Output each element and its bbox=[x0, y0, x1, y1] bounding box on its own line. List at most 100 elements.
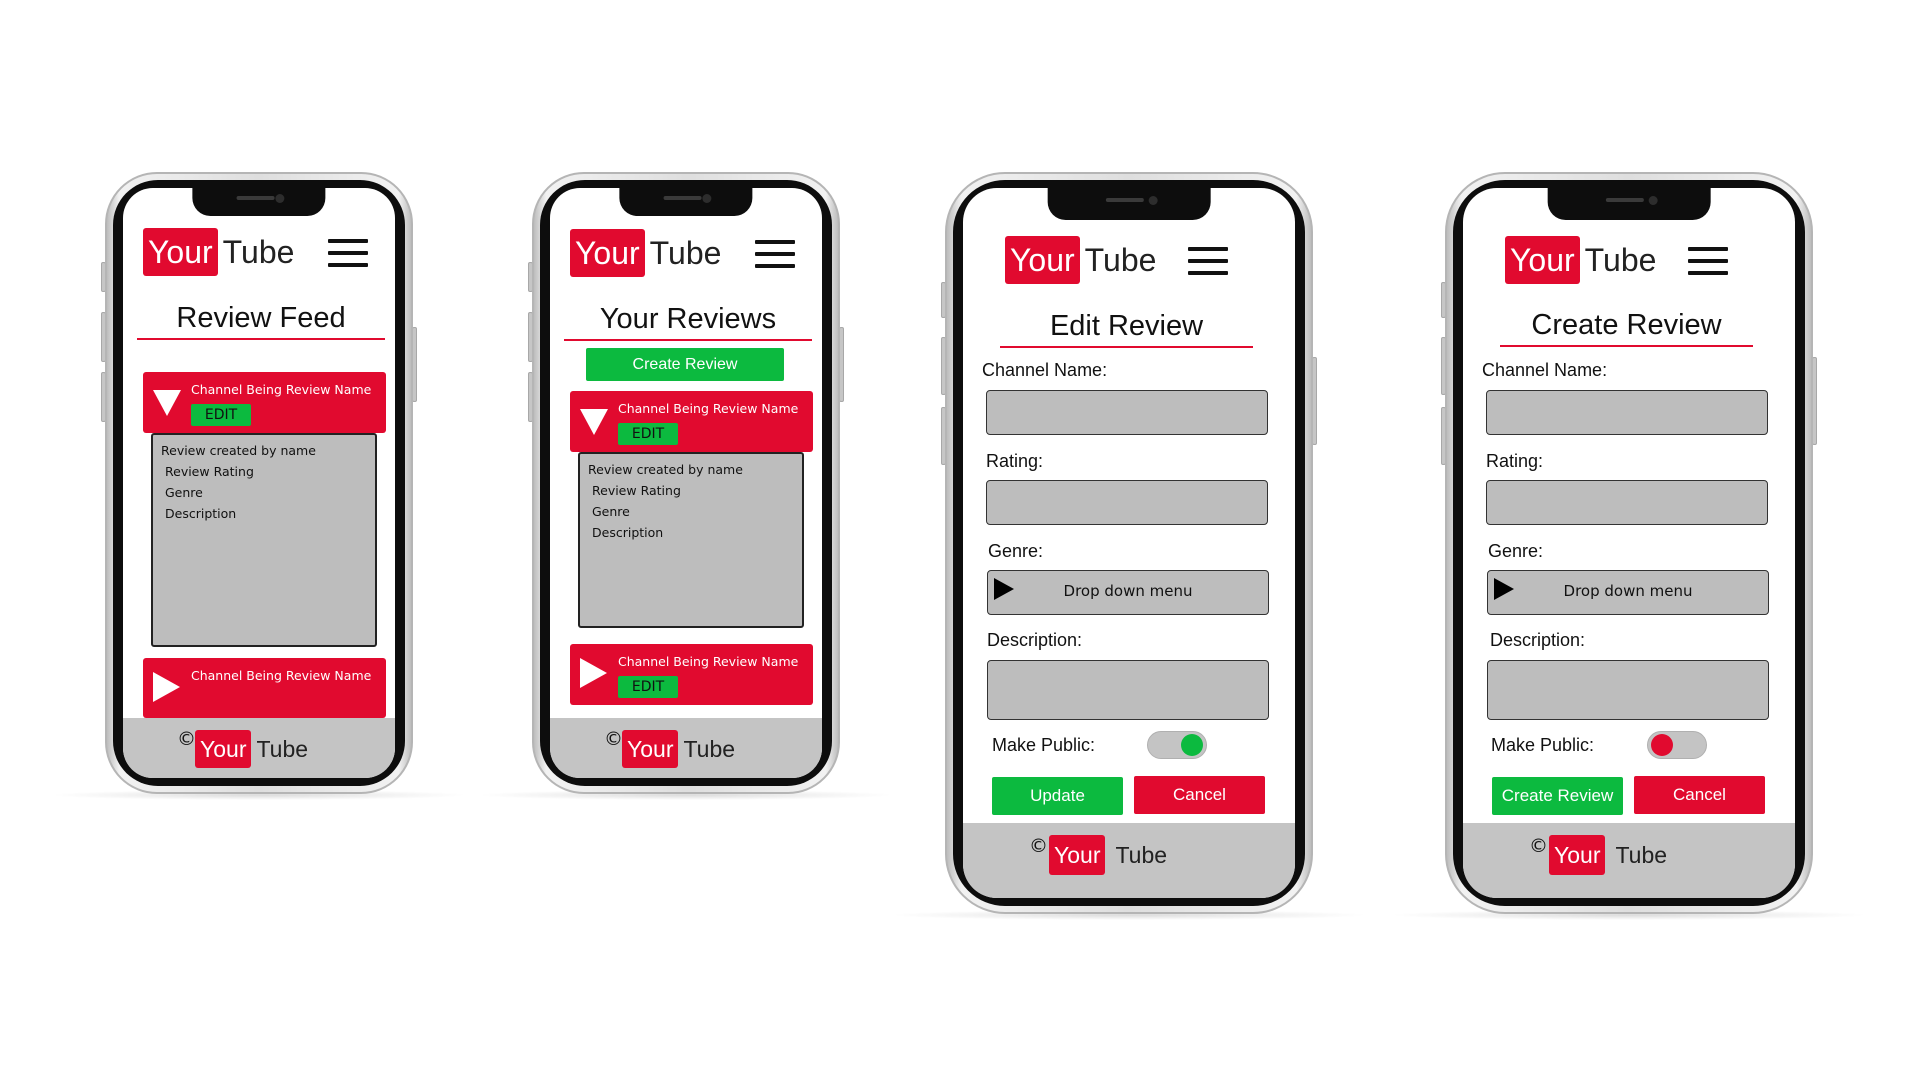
copyright-icon: © bbox=[177, 728, 196, 750]
hamburger-menu-icon[interactable] bbox=[755, 240, 795, 268]
app-logo[interactable]: Your Tube bbox=[143, 228, 294, 276]
review-card-details: Review created by name Review Rating Gen… bbox=[151, 433, 377, 647]
review-card-header[interactable]: Channel Being Review Name EDIT bbox=[570, 391, 813, 452]
logo-your: Your bbox=[195, 730, 252, 768]
toggle-knob bbox=[1181, 734, 1203, 756]
notch bbox=[192, 188, 326, 216]
logo-tube: Tube bbox=[1115, 841, 1168, 868]
copyright-icon: © bbox=[604, 728, 623, 750]
make-public-label: Make Public: bbox=[992, 735, 1096, 755]
footer-logo: Your Tube bbox=[1049, 835, 1167, 875]
phone-review-feed: Your Tube Review Feed Channel Being Revi… bbox=[55, 172, 463, 800]
create-review-button[interactable]: Create Review bbox=[1492, 777, 1623, 815]
footer: © Your Tube bbox=[123, 718, 395, 778]
page-title: Create Review bbox=[1500, 305, 1753, 347]
genre-dropdown[interactable]: Drop down menu bbox=[987, 570, 1269, 615]
footer-logo: Your Tube bbox=[622, 730, 735, 768]
expand-triangle-icon[interactable] bbox=[580, 658, 607, 688]
dropdown-text: Drop down menu bbox=[1063, 582, 1193, 600]
footer: © Your Tube bbox=[550, 718, 822, 778]
edit-button[interactable]: EDIT bbox=[618, 676, 678, 698]
edit-button[interactable]: EDIT bbox=[191, 404, 251, 426]
rating-label: Rating: bbox=[986, 451, 1044, 471]
logo-tube: Tube bbox=[1615, 841, 1668, 868]
phone-edit-review: Your Tube Edit Review Channel Name: Rati… bbox=[895, 172, 1363, 920]
hamburger-menu-icon[interactable] bbox=[1688, 247, 1728, 275]
copyright-icon: © bbox=[1529, 835, 1548, 857]
description-label: Description: bbox=[1490, 630, 1586, 650]
logo-tube: Tube bbox=[222, 233, 295, 270]
logo-tube: Tube bbox=[256, 735, 309, 762]
toggle-knob bbox=[1651, 734, 1673, 756]
logo-your: Your bbox=[1549, 835, 1606, 875]
channel-name: Channel Being Review Name bbox=[191, 668, 372, 683]
review-detail: Review Rating bbox=[592, 483, 681, 498]
rating-input[interactable] bbox=[1486, 480, 1768, 525]
hamburger-menu-icon[interactable] bbox=[328, 239, 368, 267]
logo-your: Your bbox=[1005, 236, 1080, 284]
logo-tube: Tube bbox=[649, 234, 722, 271]
phone-create-review: Your Tube Create Review Channel Name: Ra… bbox=[1395, 172, 1863, 920]
phone-screen: Your Tube Edit Review Channel Name: Rati… bbox=[963, 188, 1295, 898]
channel-name-input[interactable] bbox=[986, 390, 1268, 435]
cancel-button[interactable]: Cancel bbox=[1134, 776, 1265, 814]
channel-name: Channel Being Review Name bbox=[191, 382, 372, 397]
make-public-toggle[interactable] bbox=[1147, 731, 1207, 759]
notch bbox=[619, 188, 753, 216]
make-public-toggle[interactable] bbox=[1647, 731, 1707, 759]
rating-label: Rating: bbox=[1486, 451, 1544, 471]
edit-button[interactable]: EDIT bbox=[618, 423, 678, 445]
genre-dropdown[interactable]: Drop down menu bbox=[1487, 570, 1769, 615]
description-input[interactable] bbox=[987, 660, 1269, 720]
hamburger-menu-icon[interactable] bbox=[1188, 247, 1228, 275]
logo-your: Your bbox=[1049, 835, 1106, 875]
review-card-header[interactable]: Channel Being Review Name EDIT bbox=[143, 372, 386, 433]
review-card-details: Review created by name Review Rating Gen… bbox=[578, 452, 804, 628]
footer: © Your Tube bbox=[963, 823, 1295, 898]
cancel-button[interactable]: Cancel bbox=[1634, 776, 1765, 814]
review-card-header[interactable]: Channel Being Review Name EDIT bbox=[570, 644, 813, 705]
review-card-header[interactable]: Channel Being Review Name bbox=[143, 658, 386, 718]
collapse-triangle-icon[interactable] bbox=[153, 390, 181, 416]
make-public-label: Make Public: bbox=[1491, 735, 1595, 755]
rating-input[interactable] bbox=[986, 480, 1268, 525]
page-title: Edit Review bbox=[1000, 306, 1253, 348]
review-detail: Genre bbox=[592, 504, 630, 519]
page-title: Review Feed bbox=[137, 298, 385, 340]
channel-name-label: Channel Name: bbox=[982, 360, 1108, 380]
phone-your-reviews: Your Tube Your Reviews Create Review Cha… bbox=[482, 172, 890, 800]
review-detail: Review Rating bbox=[165, 464, 254, 479]
phone-screen: Your Tube Create Review Channel Name: Ra… bbox=[1463, 188, 1795, 898]
logo-your: Your bbox=[570, 229, 645, 277]
notch bbox=[1047, 188, 1211, 220]
phone-screen: Your Tube Your Reviews Create Review Cha… bbox=[550, 188, 822, 778]
phone-screen: Your Tube Review Feed Channel Being Revi… bbox=[123, 188, 395, 778]
create-review-button[interactable]: Create Review bbox=[586, 348, 784, 381]
review-detail: Review created by name bbox=[161, 443, 316, 458]
collapse-triangle-icon[interactable] bbox=[580, 409, 608, 435]
footer: © Your Tube bbox=[1463, 823, 1795, 898]
logo-tube: Tube bbox=[683, 735, 736, 762]
genre-label: Genre: bbox=[988, 541, 1044, 561]
channel-name: Channel Being Review Name bbox=[618, 401, 799, 416]
expand-triangle-icon[interactable] bbox=[153, 672, 180, 702]
channel-name-label: Channel Name: bbox=[1482, 360, 1608, 380]
copyright-icon: © bbox=[1029, 835, 1048, 857]
app-logo[interactable]: Your Tube bbox=[570, 229, 721, 277]
notch bbox=[1547, 188, 1711, 220]
review-detail: Description bbox=[592, 525, 664, 540]
logo-your: Your bbox=[143, 228, 218, 276]
description-label: Description: bbox=[987, 630, 1083, 650]
update-button[interactable]: Update bbox=[992, 777, 1123, 815]
footer-logo: Your Tube bbox=[195, 730, 308, 768]
app-logo[interactable]: Your Tube bbox=[1005, 236, 1156, 284]
review-detail: Genre bbox=[165, 485, 203, 500]
app-logo[interactable]: Your Tube bbox=[1505, 236, 1656, 284]
footer-logo: Your Tube bbox=[1549, 835, 1667, 875]
description-input[interactable] bbox=[1487, 660, 1769, 720]
dropdown-text: Drop down menu bbox=[1563, 582, 1693, 600]
review-detail: Review created by name bbox=[588, 462, 743, 477]
logo-your: Your bbox=[622, 730, 679, 768]
channel-name-input[interactable] bbox=[1486, 390, 1768, 435]
page-title: Your Reviews bbox=[564, 299, 812, 341]
